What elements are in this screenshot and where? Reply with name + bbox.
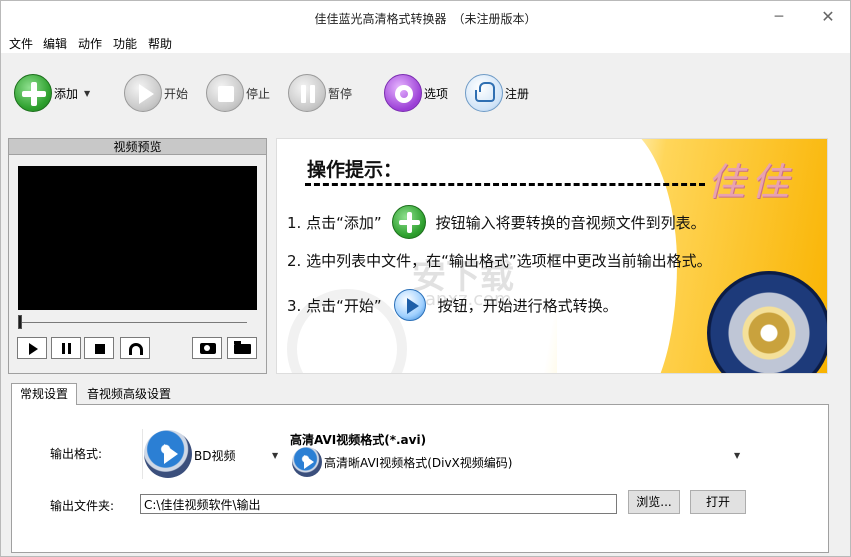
- stop-icon: [95, 344, 105, 354]
- menu-help[interactable]: 帮助: [148, 35, 172, 52]
- menu-function[interactable]: 功能: [113, 35, 137, 52]
- pause-button-small[interactable]: [51, 337, 81, 359]
- start-label: 开始: [164, 86, 189, 101]
- seek-thumb[interactable]: [18, 315, 22, 329]
- play-icon: [29, 343, 38, 355]
- disc-icon: [707, 271, 827, 373]
- register-label: 注册: [505, 86, 530, 101]
- stop-icon: [206, 74, 244, 112]
- tip-3-pre: 3. 点击“开始”: [287, 296, 382, 315]
- open-button[interactable]: 打开: [690, 490, 746, 514]
- menu-file[interactable]: 文件: [9, 35, 33, 52]
- tips-banner: 安下载 anxz.com 操作提示： 佳佳 1. 点击“添加” 按钮输入将要转换…: [276, 138, 828, 374]
- add-button[interactable]: 添加 ▼: [14, 73, 90, 113]
- seek-bar[interactable]: [19, 322, 247, 323]
- subformat-title: 高清AVI视频格式(*.avi): [290, 433, 427, 447]
- window-title: 佳佳蓝光高清格式转换器 （未注册版本）: [314, 12, 537, 26]
- add-icon: [14, 74, 52, 112]
- tip-1-post: 按钮输入将要转换的音视频文件到列表。: [435, 213, 706, 232]
- add-icon: [391, 205, 426, 239]
- snapshot-button[interactable]: [192, 337, 222, 359]
- chevron-down-icon[interactable]: ▼: [84, 89, 90, 98]
- tab-general[interactable]: 常规设置: [11, 383, 77, 405]
- output-folder-label: 输出文件夹:: [50, 499, 115, 513]
- title-bar: 佳佳蓝光高清格式转换器 （未注册版本） ─ ✕: [1, 1, 850, 33]
- play-button[interactable]: [17, 337, 47, 359]
- bluray-disc-icon: [144, 430, 192, 478]
- toolbar: 添加 ▼ 开始 停止 暂停 选项 注册: [1, 53, 850, 133]
- tab-advanced[interactable]: 音视频高级设置: [81, 385, 177, 405]
- register-button[interactable]: 注册: [465, 73, 529, 113]
- video-preview-panel: 视频预览: [8, 138, 267, 374]
- menu-edit[interactable]: 编辑: [43, 35, 67, 52]
- minimize-icon[interactable]: ─: [769, 7, 789, 27]
- pause-icon: [288, 74, 326, 112]
- video-screen: [18, 166, 257, 310]
- pause-icon: [62, 343, 65, 354]
- stop-label: 停止: [246, 86, 271, 101]
- format-select-value: BD视频: [194, 449, 236, 463]
- start-button[interactable]: 开始: [124, 73, 188, 113]
- preview-title: 视频预览: [9, 139, 266, 155]
- add-label: 添加: [54, 86, 79, 101]
- pause-button[interactable]: 暂停: [288, 73, 352, 113]
- gear-icon: [384, 74, 422, 112]
- basket-icon: [465, 74, 503, 112]
- browse-button[interactable]: 浏览...: [628, 490, 680, 514]
- tips-divider: [305, 183, 705, 186]
- loop-button[interactable]: [120, 337, 150, 359]
- tip-line-2: 2. 选中列表中文件，在“输出格式”选项框中更改当前输出格式。: [287, 252, 712, 270]
- options-button[interactable]: 选项: [384, 73, 448, 113]
- output-format-label: 输出格式:: [50, 447, 103, 461]
- chevron-down-icon[interactable]: ▼: [272, 451, 278, 460]
- open-folder-button[interactable]: [227, 337, 257, 359]
- tip-3-post: 按钮，开始进行格式转换。: [437, 296, 618, 315]
- tip-line-3: 3. 点击“开始” 按钮，开始进行格式转换。: [287, 289, 618, 321]
- app-window: 佳佳蓝光高清格式转换器 （未注册版本） ─ ✕ 文件 编辑 动作 功能 帮助 添…: [0, 0, 851, 557]
- pause-label: 暂停: [328, 86, 353, 101]
- stop-button-small[interactable]: [84, 337, 114, 359]
- tips-title: 操作提示：: [307, 159, 403, 181]
- subformat-select-value: 高清晰AVI视频格式(DivX视频编码): [324, 456, 513, 470]
- chevron-down-icon[interactable]: ▼: [734, 451, 740, 460]
- menu-action[interactable]: 动作: [78, 35, 102, 52]
- video-disc-icon: [292, 447, 322, 477]
- tip-1-pre: 1. 点击“添加”: [287, 213, 382, 232]
- menu-bar: 文件 编辑 动作 功能 帮助: [1, 33, 850, 53]
- folder-icon: [234, 341, 251, 354]
- headphones-icon: [129, 343, 143, 355]
- brand-logo: 佳佳: [707, 160, 796, 204]
- close-icon[interactable]: ✕: [818, 7, 838, 27]
- output-folder-input[interactable]: [140, 494, 617, 514]
- camera-icon: [200, 343, 216, 354]
- options-label: 选项: [424, 86, 449, 101]
- tip-line-1: 1. 点击“添加” 按钮输入将要转换的音视频文件到列表。: [287, 205, 706, 239]
- play-icon: [124, 74, 162, 112]
- stop-button[interactable]: 停止: [206, 73, 270, 113]
- play-icon: [393, 289, 426, 321]
